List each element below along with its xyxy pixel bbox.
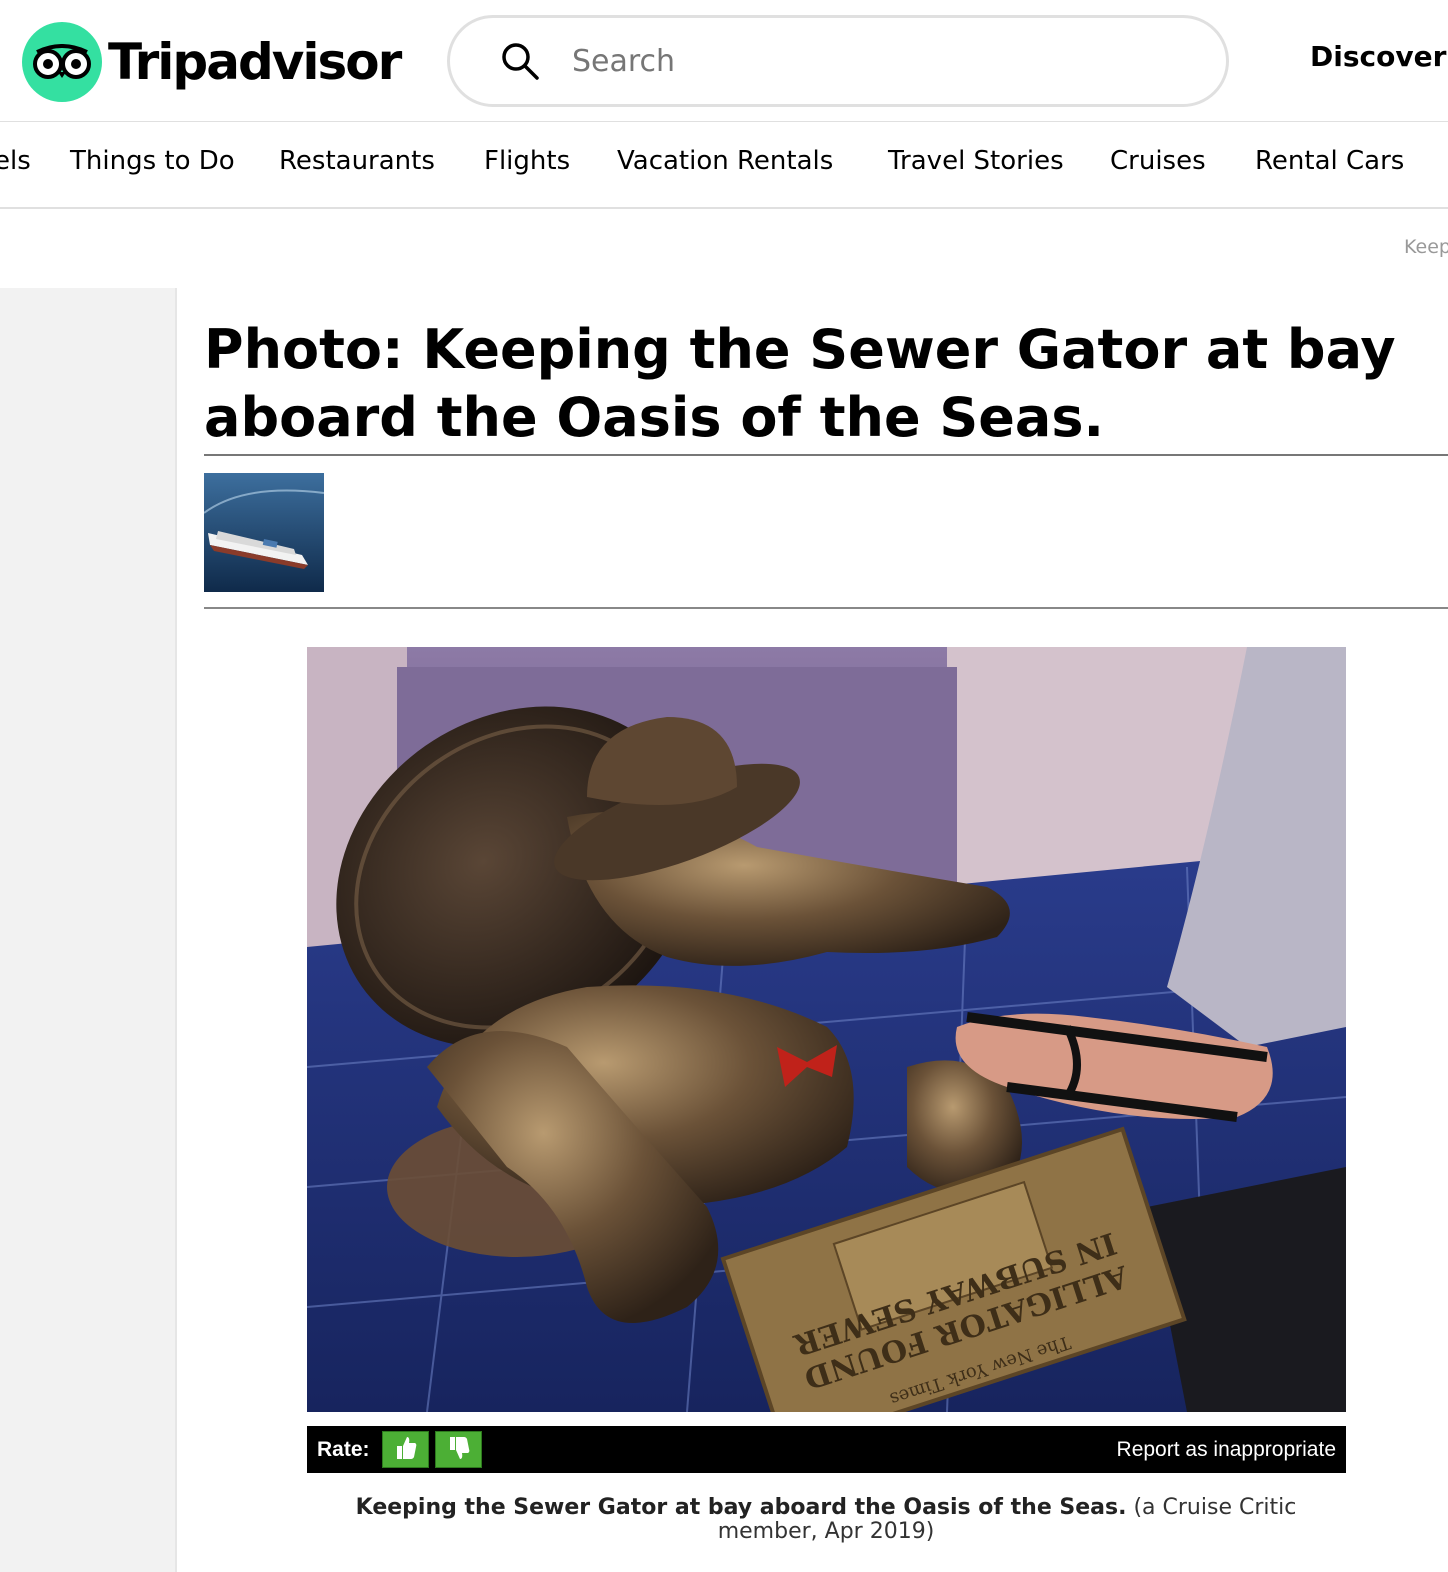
nav-item-things-to-do[interactable]: Things to Do [70, 146, 235, 176]
divider [204, 454, 1448, 456]
thumbs-down-button[interactable] [435, 1431, 482, 1468]
main-nav: els Things to Do Restaurants Flights Vac… [0, 122, 1448, 209]
search-input[interactable] [570, 42, 1134, 80]
discover-link[interactable]: Discover [1310, 40, 1446, 73]
thumbs-up-button[interactable] [382, 1431, 429, 1468]
photo-caption: Keeping the Sewer Gator at bay aboard th… [320, 1496, 1332, 1544]
logo-wordmark: Tripadvisor [108, 33, 402, 91]
rate-label: Rate: [317, 1438, 370, 1461]
search-icon [498, 39, 542, 83]
page-title: Photo: Keeping the Sewer Gator at bay ab… [204, 318, 1396, 449]
divider [204, 607, 1448, 609]
tripadvisor-logo[interactable]: Tripadvisor [22, 22, 402, 102]
rate-bar: Rate: Report as inappropriate [307, 1426, 1346, 1473]
report-inappropriate-link[interactable]: Report as inappropriate [1117, 1438, 1336, 1462]
nav-item-flights[interactable]: Flights [484, 146, 570, 176]
nav-item-travel-stories[interactable]: Travel Stories [888, 146, 1064, 176]
breadcrumb[interactable]: Keep [1404, 236, 1448, 258]
caption-title: Keeping the Sewer Gator at bay aboard th… [355, 1495, 1127, 1520]
site-header: Tripadvisor Discover [0, 0, 1448, 122]
owl-logo-icon [22, 22, 102, 102]
nav-item-hotels[interactable]: els [0, 146, 31, 176]
search-box[interactable] [447, 15, 1229, 107]
nav-item-vacation-rentals[interactable]: Vacation Rentals [617, 146, 833, 176]
ship-thumbnail[interactable] [204, 473, 324, 592]
main-photo[interactable]: ALLIGATOR FOUND IN SUBWAY SEWER The New … [307, 647, 1346, 1412]
nav-item-restaurants[interactable]: Restaurants [279, 146, 435, 176]
thumbs-down-icon [447, 1435, 471, 1465]
nav-item-cruises[interactable]: Cruises [1110, 146, 1206, 176]
left-sidebar [0, 288, 177, 1572]
thumbs-up-icon [394, 1435, 418, 1465]
nav-item-rental-cars[interactable]: Rental Cars [1255, 146, 1404, 176]
